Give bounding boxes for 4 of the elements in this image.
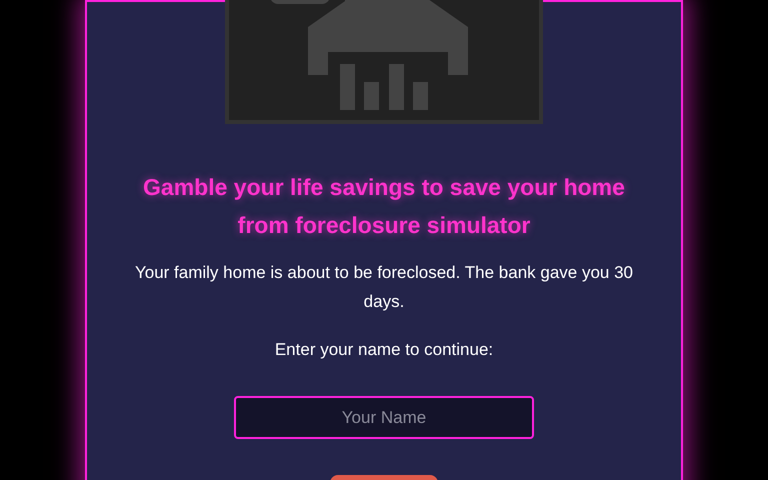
name-field[interactable]: Your Name [234, 396, 534, 439]
dialog-description: Your family home is about to be foreclosed. The bank gave you 30 days. [134, 262, 634, 313]
name-prompt: Enter your name to continue: [274, 339, 494, 361]
dialog-title: Gamble your life savings to save your home from foreclosure simulator [142, 173, 626, 240]
